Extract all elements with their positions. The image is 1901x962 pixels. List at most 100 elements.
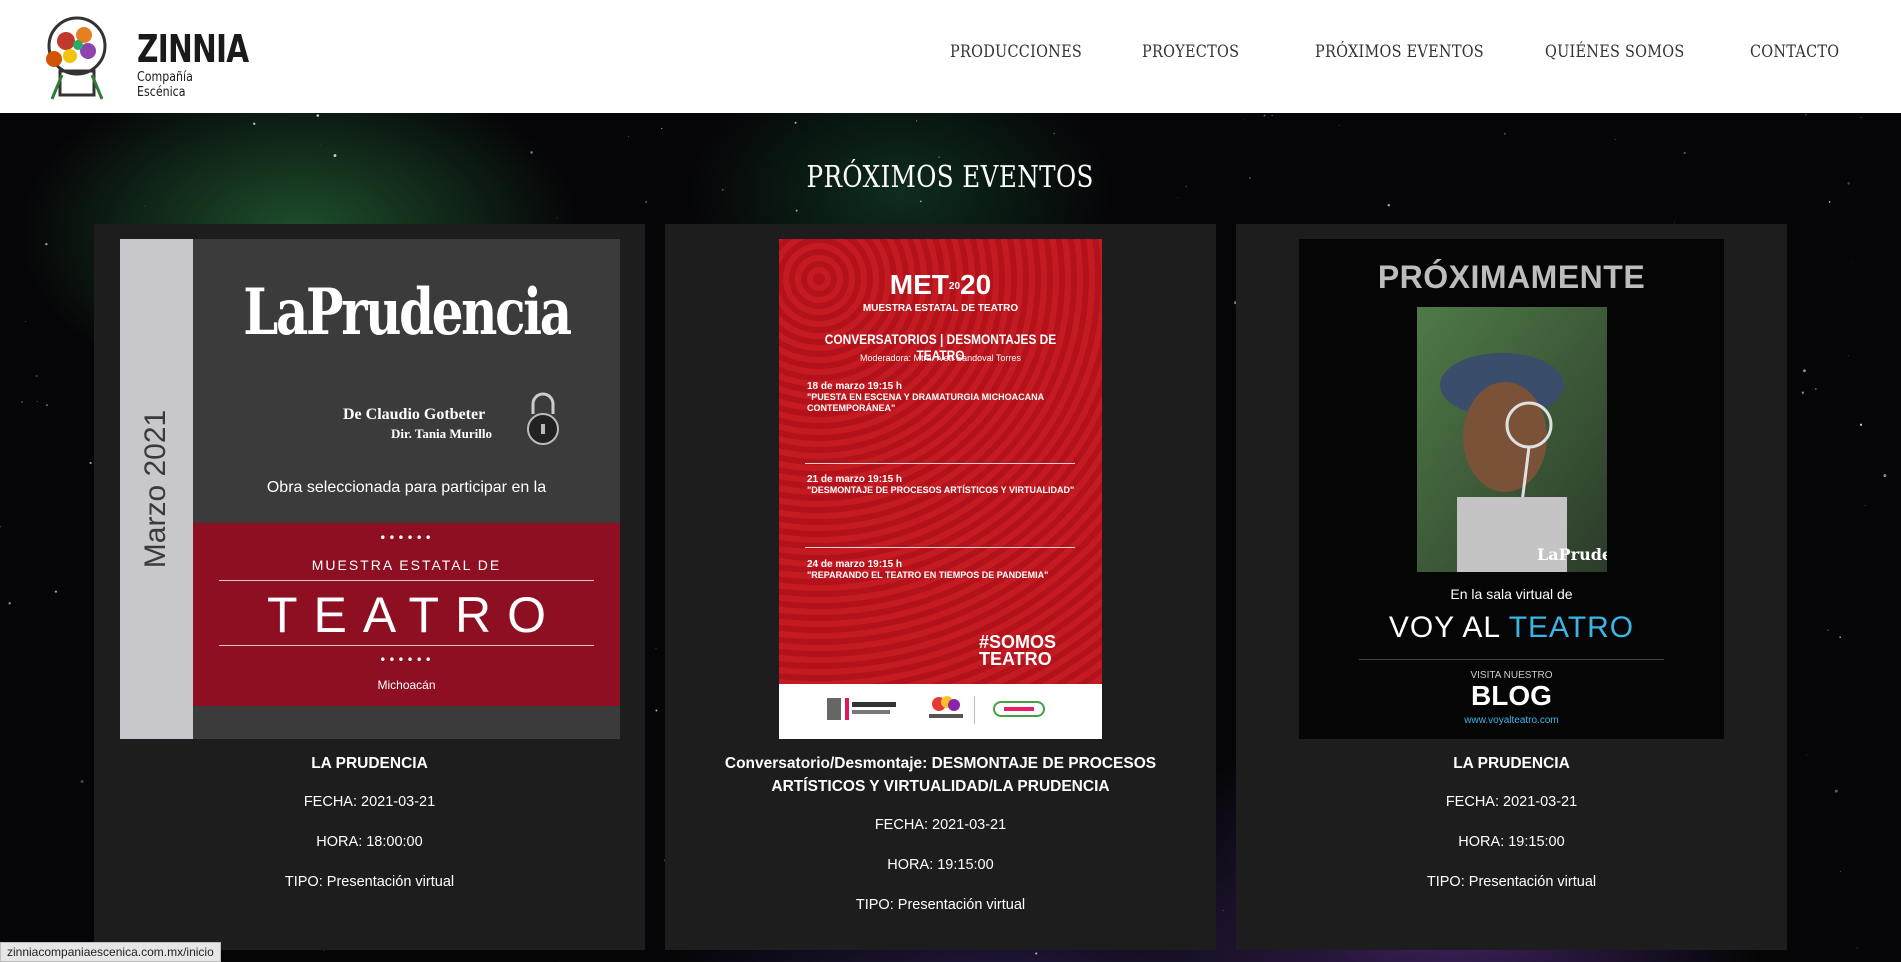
star [1856, 947, 1859, 949]
event-card-1[interactable]: Marzo 2021 LaPrudencia De Claudio Gotbet… [94, 224, 645, 950]
poster-footer [193, 706, 620, 739]
poster-selected-text: Obra seleccionada para participar en la [266, 479, 547, 496]
star [1387, 203, 1391, 207]
nav-item-quienes-somos[interactable]: QUIÉNES SOMOS [1545, 42, 1685, 62]
event-fecha: FECHA: 2021-03-21 [303, 794, 436, 810]
poster-met-title: MET2020 [889, 269, 992, 300]
dots-decoration: •••••• [379, 531, 434, 545]
star [1805, 754, 1807, 756]
divider [805, 463, 1075, 464]
star [1883, 474, 1887, 478]
poster-red-panel: •••••• MUESTRA ESTATAL DE TEATRO •••••• … [193, 523, 620, 706]
browser-status-url: zinniacompaniaescenica.com.mx/inicio [0, 942, 221, 962]
poster-block-1: 18 de marzo 19:15 h "PUESTA EN ESCENA Y … [807, 381, 1044, 413]
poster-director: Dir. Tania Murillo [391, 426, 493, 441]
star [0, 525, 2, 528]
brand-subtitle: Compañía Escénica [137, 70, 193, 100]
event-poster-2[interactable]: MET2020 MUESTRA ESTATAL DE TEATRO CONVER… [779, 239, 1102, 739]
nav-item-proyectos[interactable]: PROYECTOS [1142, 42, 1239, 62]
divider [1359, 659, 1664, 660]
event-title[interactable]: LA PRUDENCIA [94, 752, 645, 775]
event-card-3[interactable]: PRÓXIMAMENTE LaPrudencia En la sala virt… [1236, 224, 1787, 950]
star [661, 127, 663, 130]
star [1801, 391, 1805, 394]
section-title: PRÓXIMOS EVENTOS [806, 160, 1095, 195]
poster-muestra-text: MUESTRA ESTATAL DE [311, 557, 502, 573]
star [80, 780, 84, 783]
poster-dark-panel: PRÓXIMAMENTE LaPrudencia En la sala virt… [1299, 239, 1724, 739]
site-header: ZINNIA Compañía Escénica PRODUCCIONES PR… [0, 0, 1901, 113]
nav-item-proximos-eventos[interactable]: PRÓXIMOS EVENTOS [1315, 42, 1484, 62]
star [45, 242, 48, 246]
star [655, 647, 657, 649]
star [1683, 151, 1686, 155]
star [655, 709, 658, 712]
nav-item-producciones[interactable]: PRODUCCIONES [950, 42, 1082, 62]
dots-decoration: •••••• [379, 653, 434, 667]
star [1053, 132, 1055, 135]
event-poster-3[interactable]: PRÓXIMAMENTE LaPrudencia En la sala virt… [1299, 239, 1724, 739]
star [89, 461, 92, 465]
star [1243, 119, 1245, 120]
star [1177, 196, 1179, 198]
star [1814, 388, 1817, 390]
event-title[interactable]: Conversatorio/Desmontaje: DESMONTAJE DE … [665, 752, 1216, 798]
event-poster-1[interactable]: Marzo 2021 LaPrudencia De Claudio Gotbet… [120, 239, 620, 739]
star [1859, 423, 1863, 426]
star [559, 960, 561, 962]
poster-moderadora: Moderadora: Mtra. Ivett Sandoval Torres [860, 353, 1021, 363]
poster-blog-text: BLOG [1471, 680, 1552, 711]
event-tipo: TIPO: Presentación virtual [1426, 874, 1597, 890]
star [253, 122, 256, 125]
event-hora: HORA: 18:00:00 [316, 834, 423, 850]
padlock-icon [527, 392, 559, 445]
star [1805, 113, 1807, 116]
star [144, 205, 146, 207]
star [1222, 909, 1224, 911]
star [530, 151, 533, 154]
star [20, 400, 24, 404]
star [794, 121, 797, 124]
event-tipo: TIPO: Presentación virtual [284, 874, 455, 890]
star [316, 114, 320, 117]
poster-headline: PRÓXIMAMENTE [1377, 259, 1646, 295]
star [1263, 114, 1266, 117]
poster-teatro-text: TEATRO [266, 587, 563, 643]
poster-block-3: 24 de marzo 19:15 h "REPARANDO EL TEATRO… [807, 559, 1049, 580]
poster-voy-al-teatro: VOY AL TEATRO [1388, 611, 1635, 644]
divider [805, 547, 1075, 548]
star [628, 136, 629, 137]
star [1839, 636, 1842, 639]
star [46, 404, 48, 407]
star [645, 200, 648, 204]
event-hora: HORA: 19:15:00 [1458, 834, 1565, 850]
divider [219, 580, 594, 581]
star [1803, 369, 1806, 373]
star [938, 156, 940, 158]
event-title[interactable]: LA PRUDENCIA [1236, 752, 1787, 775]
star [1839, 870, 1841, 873]
poster-muestra-text: MUESTRA ESTATAL DE TEATRO [862, 303, 1019, 314]
poster-side-band: Marzo 2021 [120, 239, 193, 739]
poster-place-text: Michoacán [377, 678, 436, 692]
poster-logo-text: LaPrudencia [243, 275, 572, 350]
poster-red-panel: MET2020 MUESTRA ESTATAL DE TEATRO CONVER… [779, 239, 1102, 684]
star [1827, 629, 1829, 631]
star [333, 154, 337, 157]
nav-item-contacto[interactable]: CONTACTO [1750, 42, 1839, 62]
star [1614, 139, 1616, 140]
event-card-2[interactable]: MET2020 MUESTRA ESTATAL DE TEATRO CONVER… [665, 224, 1216, 950]
poster-top-panel: LaPrudencia De Claudio Gotbeter Dir. Tan… [193, 239, 620, 523]
poster-date-text: Marzo 2021 [139, 409, 172, 569]
star [36, 401, 38, 403]
poster-logo-mini: LaPrudencia [1537, 545, 1607, 564]
star [916, 120, 918, 122]
star [25, 320, 27, 322]
poster-sala-text: En la sala virtual de [1450, 586, 1573, 602]
star [35, 374, 38, 378]
event-fecha: FECHA: 2021-03-21 [1445, 794, 1578, 810]
star [1864, 504, 1866, 506]
star [1848, 354, 1849, 356]
star [919, 200, 922, 203]
star [556, 217, 558, 219]
